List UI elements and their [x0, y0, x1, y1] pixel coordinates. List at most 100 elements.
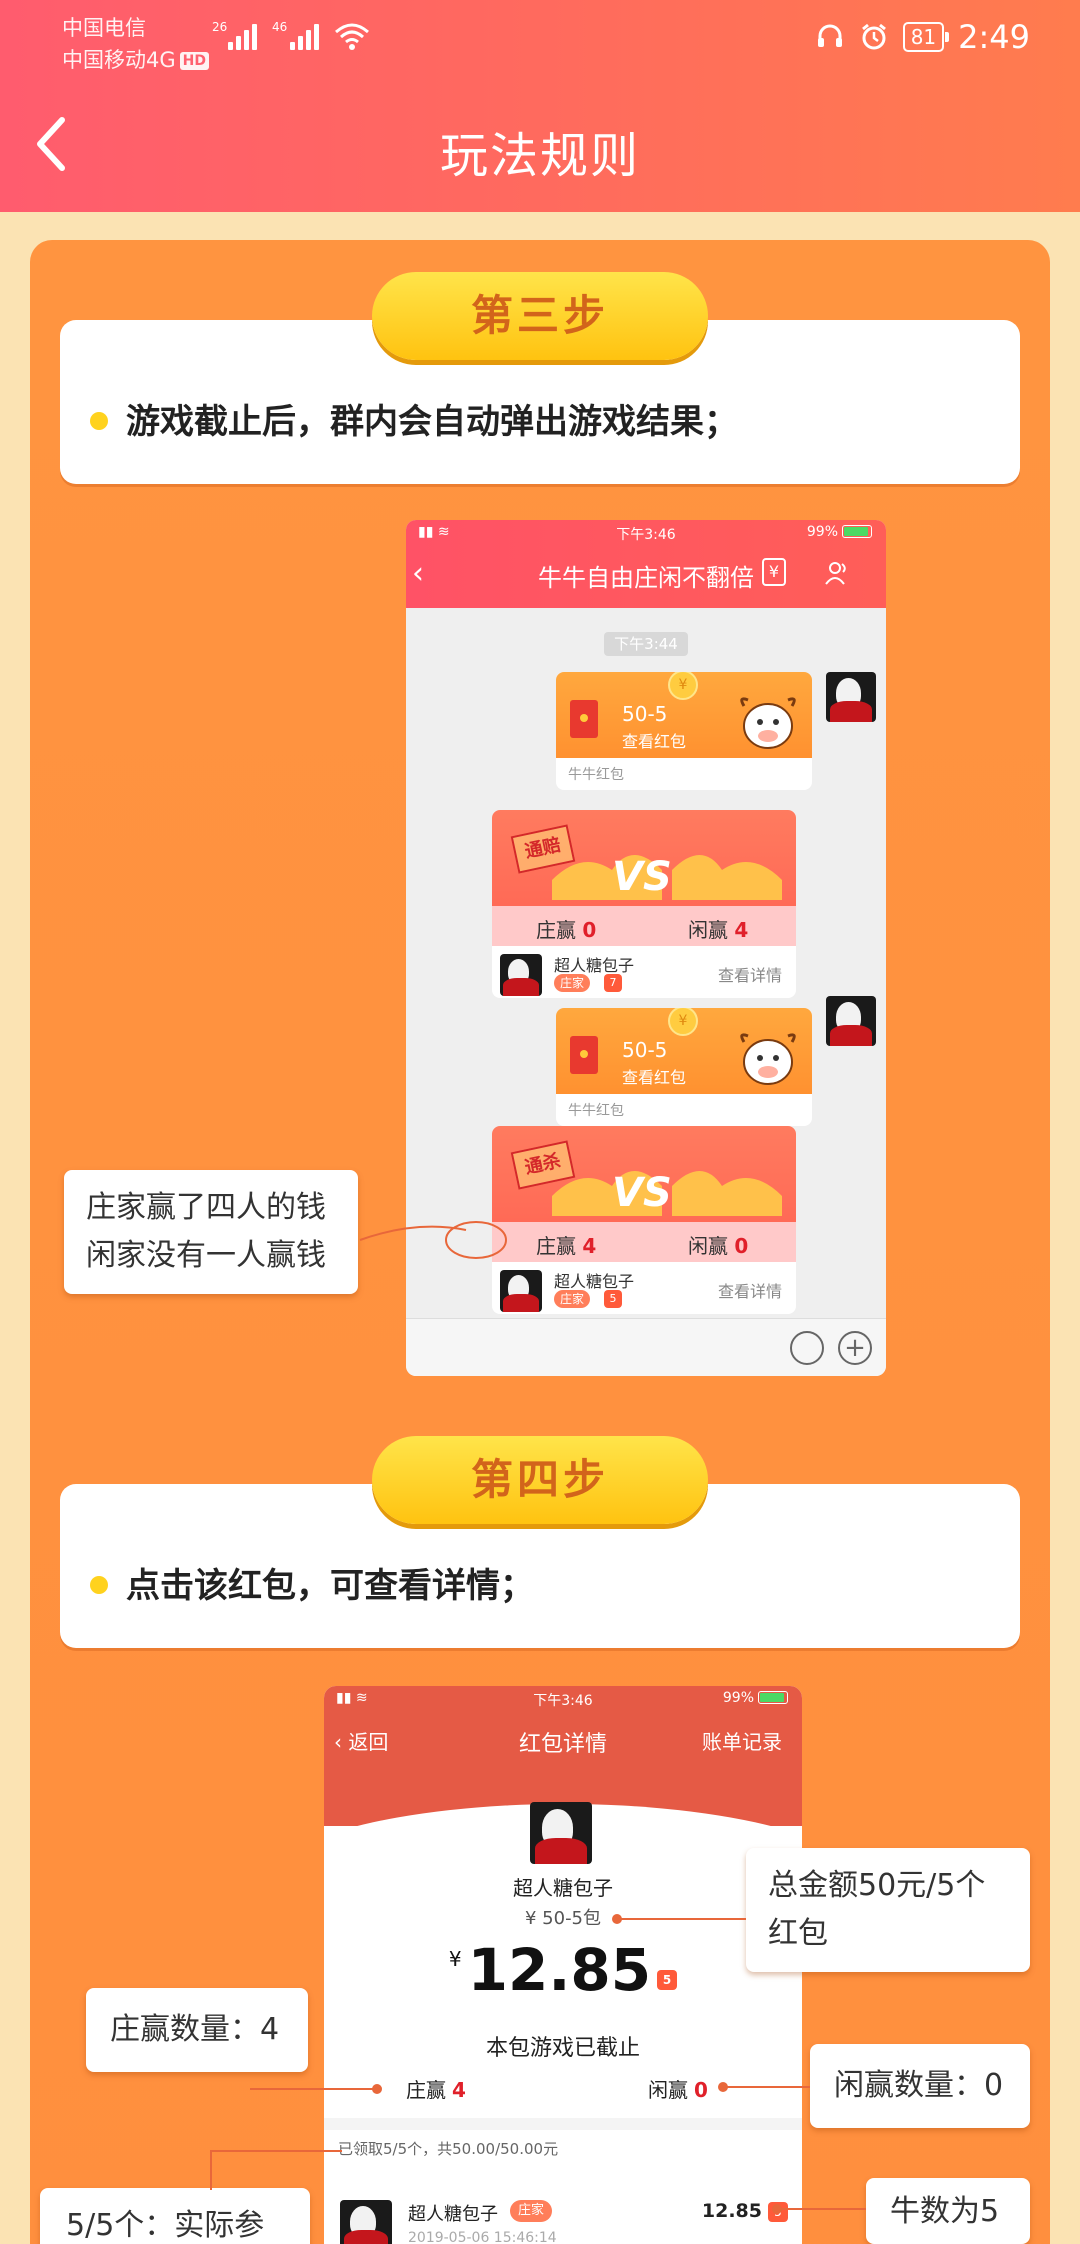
connector-line [250, 2088, 380, 2090]
callout-line: 红包 [768, 1916, 828, 1951]
battery-icon [758, 1691, 788, 1704]
result-card[interactable]: 通赔 VS 庄赢 0 闲赢 4 超人糖包子 庄家 7 查看详情 [492, 810, 796, 998]
player-win-count: 0 [694, 2078, 708, 2102]
sender-name: 超人糖包子 [513, 1876, 613, 1900]
battery-indicator: 81 [902, 22, 950, 52]
banker-win-label: 庄赢 [406, 2078, 446, 2102]
connector-dot [612, 1914, 622, 1924]
red-packet-footer: 牛牛红包 [568, 767, 624, 783]
red-packet-top: ¥ 50-5 查看红包 [556, 672, 812, 758]
player-count: 0 [734, 1234, 749, 1258]
mini-battery-text: 99% [722, 1690, 754, 1706]
connector-line [722, 2086, 810, 2088]
red-packet-amount: 50-5 [622, 1038, 668, 1062]
amount-value: 12.85 [467, 1936, 652, 2004]
banker-score: 庄赢 0 [536, 914, 596, 943]
banker-name: 超人糖包子 [554, 956, 635, 975]
mini-battery-text: 99% [806, 524, 838, 540]
signal-icon-1 [228, 20, 257, 50]
game-ended-text: 本包游戏已截止 [485, 2036, 640, 2061]
red-packet-footer: 牛牛红包 [568, 1103, 624, 1119]
result-banner: 通赔 VS [492, 810, 796, 906]
step3-pill: 第三步 [372, 272, 708, 360]
callout-claimed: 5/5个：实际参 [40, 2188, 310, 2244]
red-packet-message[interactable]: ¥ 50-5 查看红包 牛牛红包 [556, 672, 812, 790]
mini-status-bar: ▮▮ ≋ 下午3:46 99% [406, 524, 886, 544]
headset-icon [817, 24, 842, 47]
bill-record-link[interactable]: 账单记录 [702, 1726, 782, 1755]
player-score: 闲赢 4 [688, 914, 748, 943]
callout-line: 庄家赢了四人的钱 [86, 1190, 326, 1225]
cow-icon [740, 1033, 796, 1085]
callout-line: 闲家没有一人赢钱 [86, 1238, 326, 1273]
chat-title: 牛牛自由庄闲不翻倍 [538, 564, 754, 592]
avatar [530, 1802, 592, 1864]
avatar [826, 672, 876, 722]
result-footer: 超人糖包子 庄家 7 查看详情 [492, 946, 796, 998]
vs-label: VS [612, 1170, 672, 1216]
mini-battery: 99% [807, 524, 872, 540]
status-right: 81 2:49 [815, 18, 1030, 56]
red-packet-message[interactable]: ¥ 50-5 查看红包 牛牛红包 [556, 1008, 812, 1126]
mini-battery: 99% [723, 1690, 788, 1706]
signal-tag-2: 46 [272, 20, 288, 34]
red-packet-detail-screenshot: ▮▮ ≋ 下午3:46 99% ‹ 返回 红包详情 账单记录 超人糖包子 ¥ 5… [324, 1686, 802, 2244]
emoji-icon[interactable] [790, 1331, 824, 1365]
yen-icon[interactable]: ¥ [762, 558, 786, 586]
bullet-icon [90, 412, 108, 430]
callout-cow: 牛数为5 [866, 2178, 1030, 2244]
avatar [500, 1270, 542, 1312]
hd-badge: HD [179, 52, 209, 70]
chat-input-bar[interactable]: + [406, 1318, 886, 1376]
chat-time-pill: 下午3:44 [604, 632, 688, 656]
view-detail-link[interactable]: 查看详情 [718, 1278, 782, 1302]
red-packet-view: 查看红包 [622, 1068, 687, 1087]
cow-badge-icon: 5 [657, 1970, 678, 1990]
coin-icon: ¥ [668, 672, 698, 700]
view-detail-link[interactable]: 查看详情 [718, 962, 782, 986]
player-count: 4 [734, 918, 749, 942]
connector-dot [772, 2204, 782, 2214]
plus-icon[interactable]: + [838, 1331, 872, 1365]
cow-badge-icon: 7 [604, 974, 622, 992]
connector-line [212, 2150, 342, 2152]
step4-pill: 第四步 [372, 1436, 708, 1524]
callout-player-count: 闲赢数量：0 [810, 2044, 1030, 2128]
red-packet-view: 查看红包 [622, 732, 687, 751]
vs-label: VS [612, 854, 672, 900]
coin-icon: ¥ [668, 1008, 698, 1036]
banker-count: 0 [582, 918, 597, 942]
status-time: 2:49 [958, 18, 1030, 56]
claimer-name: 超人糖包子 [408, 2204, 498, 2225]
player-win-label: 闲赢 [648, 2078, 688, 2102]
received-amount: ¥12.85 5 [324, 1936, 802, 2004]
mini-status-bar: ▮▮ ≋ 下午3:46 99% [324, 1690, 802, 1710]
callout-banker-won: 庄家赢了四人的钱 闲家没有一人赢钱 [64, 1170, 358, 1294]
callout-banker-count: 庄赢数量：4 [86, 1988, 308, 2072]
connector-dot [718, 2082, 728, 2092]
carrier-label-2-text: 中国移动4G [62, 48, 176, 72]
group-members-icon[interactable] [824, 560, 850, 586]
carrier-label-2: 中国移动4G HD [62, 44, 209, 74]
signal-tag-1: 26 [212, 20, 228, 34]
carrier-label-1: 中国电信 [62, 16, 146, 40]
player-label: 闲赢 [688, 1234, 728, 1258]
step3-text: 游戏截止后，群内会自动弹出游戏结果； [126, 402, 738, 442]
page-title: 玩法规则 [439, 128, 640, 184]
connector-line [776, 2208, 866, 2210]
currency-symbol: ¥ [448, 1947, 462, 1971]
avatar [500, 954, 542, 996]
player-win: 闲赢 0 [648, 2074, 708, 2103]
connector-line [616, 1918, 746, 1920]
wifi-icon [335, 23, 369, 50]
banker-win-count: 4 [452, 2078, 466, 2102]
avatar [340, 2200, 392, 2244]
callout-line: 总金额50元/5个 [768, 1868, 986, 1903]
battery-icon [842, 525, 872, 538]
banker-badge: 庄家 [554, 1290, 591, 1308]
envelope-icon [570, 700, 598, 738]
bullet-icon [90, 1576, 108, 1594]
chat-header: ▮▮ ≋ 下午3:46 99% ‹ 牛牛自由庄闲不翻倍 ¥ [406, 520, 886, 608]
cow-icon [740, 697, 796, 749]
divider [324, 2118, 802, 2130]
